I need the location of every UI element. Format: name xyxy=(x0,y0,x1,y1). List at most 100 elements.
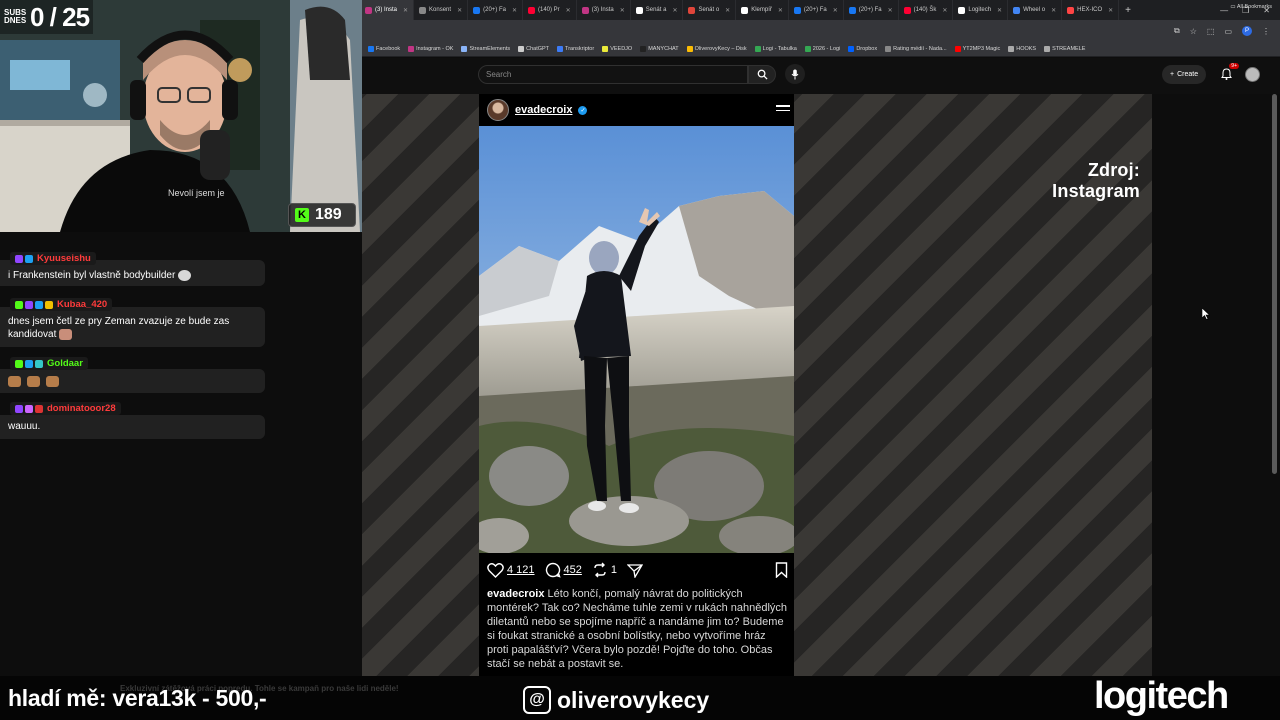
browser-tab[interactable]: HEX-ICO ✕ xyxy=(1062,0,1120,20)
bookmark-item[interactable]: HOOKS xyxy=(1008,46,1036,52)
send-icon xyxy=(627,563,644,578)
repost-button[interactable]: 1 xyxy=(592,562,617,578)
browser-tab[interactable]: (140) Pr ✕ xyxy=(523,0,577,20)
repost-icon xyxy=(594,562,606,578)
tab-close-icon[interactable]: ✕ xyxy=(1051,7,1056,14)
share-button[interactable] xyxy=(627,563,644,578)
bookmark-item[interactable]: StreamElements xyxy=(461,46,510,52)
post-header: evadecroix ✓ xyxy=(479,94,794,126)
tab-label: Senát o xyxy=(698,7,720,13)
browser-tab[interactable]: (3) Insta ✕ xyxy=(360,0,415,20)
comment-count[interactable]: 452 xyxy=(564,564,582,576)
tab-close-icon[interactable]: ✕ xyxy=(672,7,677,14)
tab-close-icon[interactable]: ✕ xyxy=(778,7,783,14)
chat-username-2: Goldaar xyxy=(10,357,88,370)
bookmark-favicon-icon xyxy=(602,46,609,52)
bookmark-item[interactable]: YT2MP3 Magic xyxy=(954,46,1000,52)
tab-favicon-icon xyxy=(527,6,535,14)
browser-tab[interactable]: Logitech ✕ xyxy=(953,0,1009,20)
bookmark-item[interactable]: STREAMELE xyxy=(1044,46,1085,52)
tab-favicon-icon xyxy=(793,6,801,14)
tab-close-icon[interactable]: ✕ xyxy=(1108,7,1113,14)
caption-username[interactable]: evadecroix xyxy=(487,588,544,600)
bookmark-item[interactable]: ChatGPT xyxy=(518,46,549,52)
tab-close-icon[interactable]: ✕ xyxy=(457,7,462,14)
tab-close-icon[interactable]: ✕ xyxy=(512,7,517,14)
page-scrollbar[interactable] xyxy=(1272,94,1277,474)
browser-tab[interactable]: Klempíř ✕ xyxy=(736,0,789,20)
like-button[interactable]: 4 121 xyxy=(487,562,535,578)
all-bookmarks[interactable]: ▭ All Bookmarks xyxy=(1230,4,1272,10)
new-tab-button[interactable]: + xyxy=(1119,5,1137,16)
browser-tab[interactable]: (20+) Fa ✕ xyxy=(844,0,899,20)
browser-tab[interactable]: Senát o ✕ xyxy=(683,0,737,20)
profile-avatar[interactable]: P xyxy=(1242,26,1252,36)
tab-close-icon[interactable]: ✕ xyxy=(566,7,571,14)
bookmark-item[interactable]: 2026 - Logi xyxy=(804,46,840,52)
bookmark-item[interactable]: Transkriptor xyxy=(557,46,594,52)
donation-text: hladí mě: vera13k - 500,- xyxy=(8,685,267,711)
kick-viewer-badge: K 189 xyxy=(288,203,356,227)
browser-tab[interactable]: (140) Šk ✕ xyxy=(899,0,954,20)
bookmark-label: Logi - Tabulka xyxy=(762,46,797,52)
svg-text:Nevolí jsem je: Nevolí jsem je xyxy=(168,188,225,198)
browser-tab[interactable]: Senát a ✕ xyxy=(631,0,684,20)
tab-favicon-icon xyxy=(419,6,427,14)
bookmark-item[interactable]: Instagram - OK xyxy=(408,46,453,52)
tab-close-icon[interactable]: ✕ xyxy=(888,7,893,14)
browser-tab[interactable]: Wheel o ✕ xyxy=(1008,0,1063,20)
tab-favicon-icon xyxy=(365,6,372,14)
bookmark-item[interactable]: OliverovyKecy – Disk xyxy=(686,46,747,52)
save-button[interactable] xyxy=(775,562,788,581)
tab-close-icon[interactable]: ✕ xyxy=(997,7,1002,14)
tab-label: (20+) Fa xyxy=(483,7,506,13)
extensions-icon[interactable]: ⬚ xyxy=(1207,27,1215,36)
heart-icon xyxy=(487,562,504,578)
bookmark-item[interactable]: Logi - Tabulka xyxy=(754,46,797,52)
tab-close-icon[interactable]: ✕ xyxy=(833,7,838,14)
bookmark-icon xyxy=(775,562,788,579)
badge-icon xyxy=(25,404,33,413)
install-icon[interactable]: ⧉ xyxy=(1174,26,1180,36)
search-button[interactable] xyxy=(748,65,776,84)
more-icon[interactable]: ⋮ xyxy=(1262,27,1270,36)
comment-button[interactable]: 452 xyxy=(545,562,582,578)
minimize-icon[interactable]: — xyxy=(1220,6,1228,15)
bell-icon xyxy=(1220,68,1232,80)
browser-tab[interactable]: (20+) Fa ✕ xyxy=(468,0,523,20)
stream-chat: Kyuuseishu i Frankenstein byl vlastně bo… xyxy=(0,232,362,676)
bookmark-item[interactable]: Facebook xyxy=(368,46,400,52)
account-avatar[interactable] xyxy=(1245,67,1260,82)
voice-search-button[interactable] xyxy=(785,64,805,84)
bookmark-label: StreamElements xyxy=(469,46,511,52)
subs-goal-label: SUBS DNES xyxy=(4,8,27,25)
bookmark-item[interactable]: Rating médií - Nada... xyxy=(885,46,947,52)
sidepanel-icon[interactable]: ▭ xyxy=(1224,27,1232,36)
bookmark-item[interactable]: Dropbox xyxy=(848,46,877,52)
window-controls: — ❐ ✕ xyxy=(1220,0,1280,20)
plus-icon: + xyxy=(1170,71,1175,78)
tab-close-icon[interactable]: ✕ xyxy=(725,7,730,14)
post-author-avatar[interactable] xyxy=(487,99,509,121)
star-icon[interactable]: ☆ xyxy=(1190,27,1197,36)
tab-close-icon[interactable]: ✕ xyxy=(403,7,408,14)
create-button[interactable]: + Create xyxy=(1162,65,1207,84)
tab-close-icon[interactable]: ✕ xyxy=(620,7,625,14)
threads-handle: oliverovykecy xyxy=(557,686,710,713)
browser-tab[interactable]: (3) Insta ✕ xyxy=(577,0,631,20)
post-photo[interactable] xyxy=(479,126,794,553)
browser-tab[interactable]: (20+) Fa ✕ xyxy=(789,0,844,20)
post-author-username[interactable]: evadecroix xyxy=(515,104,572,116)
like-count[interactable]: 4 121 xyxy=(507,564,535,576)
bookmarks-bar: Facebook Instagram - OK StreamElements Chat… xyxy=(360,42,1280,57)
bookmark-label: Facebook xyxy=(376,46,401,52)
menu-icon[interactable] xyxy=(776,102,790,114)
search-input[interactable]: Search xyxy=(478,65,748,84)
browser-tab[interactable]: Konsent ✕ xyxy=(414,0,469,20)
bookmark-favicon-icon xyxy=(804,46,811,52)
tab-close-icon[interactable]: ✕ xyxy=(942,7,947,14)
bookmark-label: OliverovyKecy – Disk xyxy=(694,46,747,52)
bookmark-item[interactable]: MANYCHAT xyxy=(640,46,679,52)
notifications-button[interactable]: 9+ xyxy=(1218,63,1239,82)
bookmark-item[interactable]: VEEDJO xyxy=(602,46,632,52)
